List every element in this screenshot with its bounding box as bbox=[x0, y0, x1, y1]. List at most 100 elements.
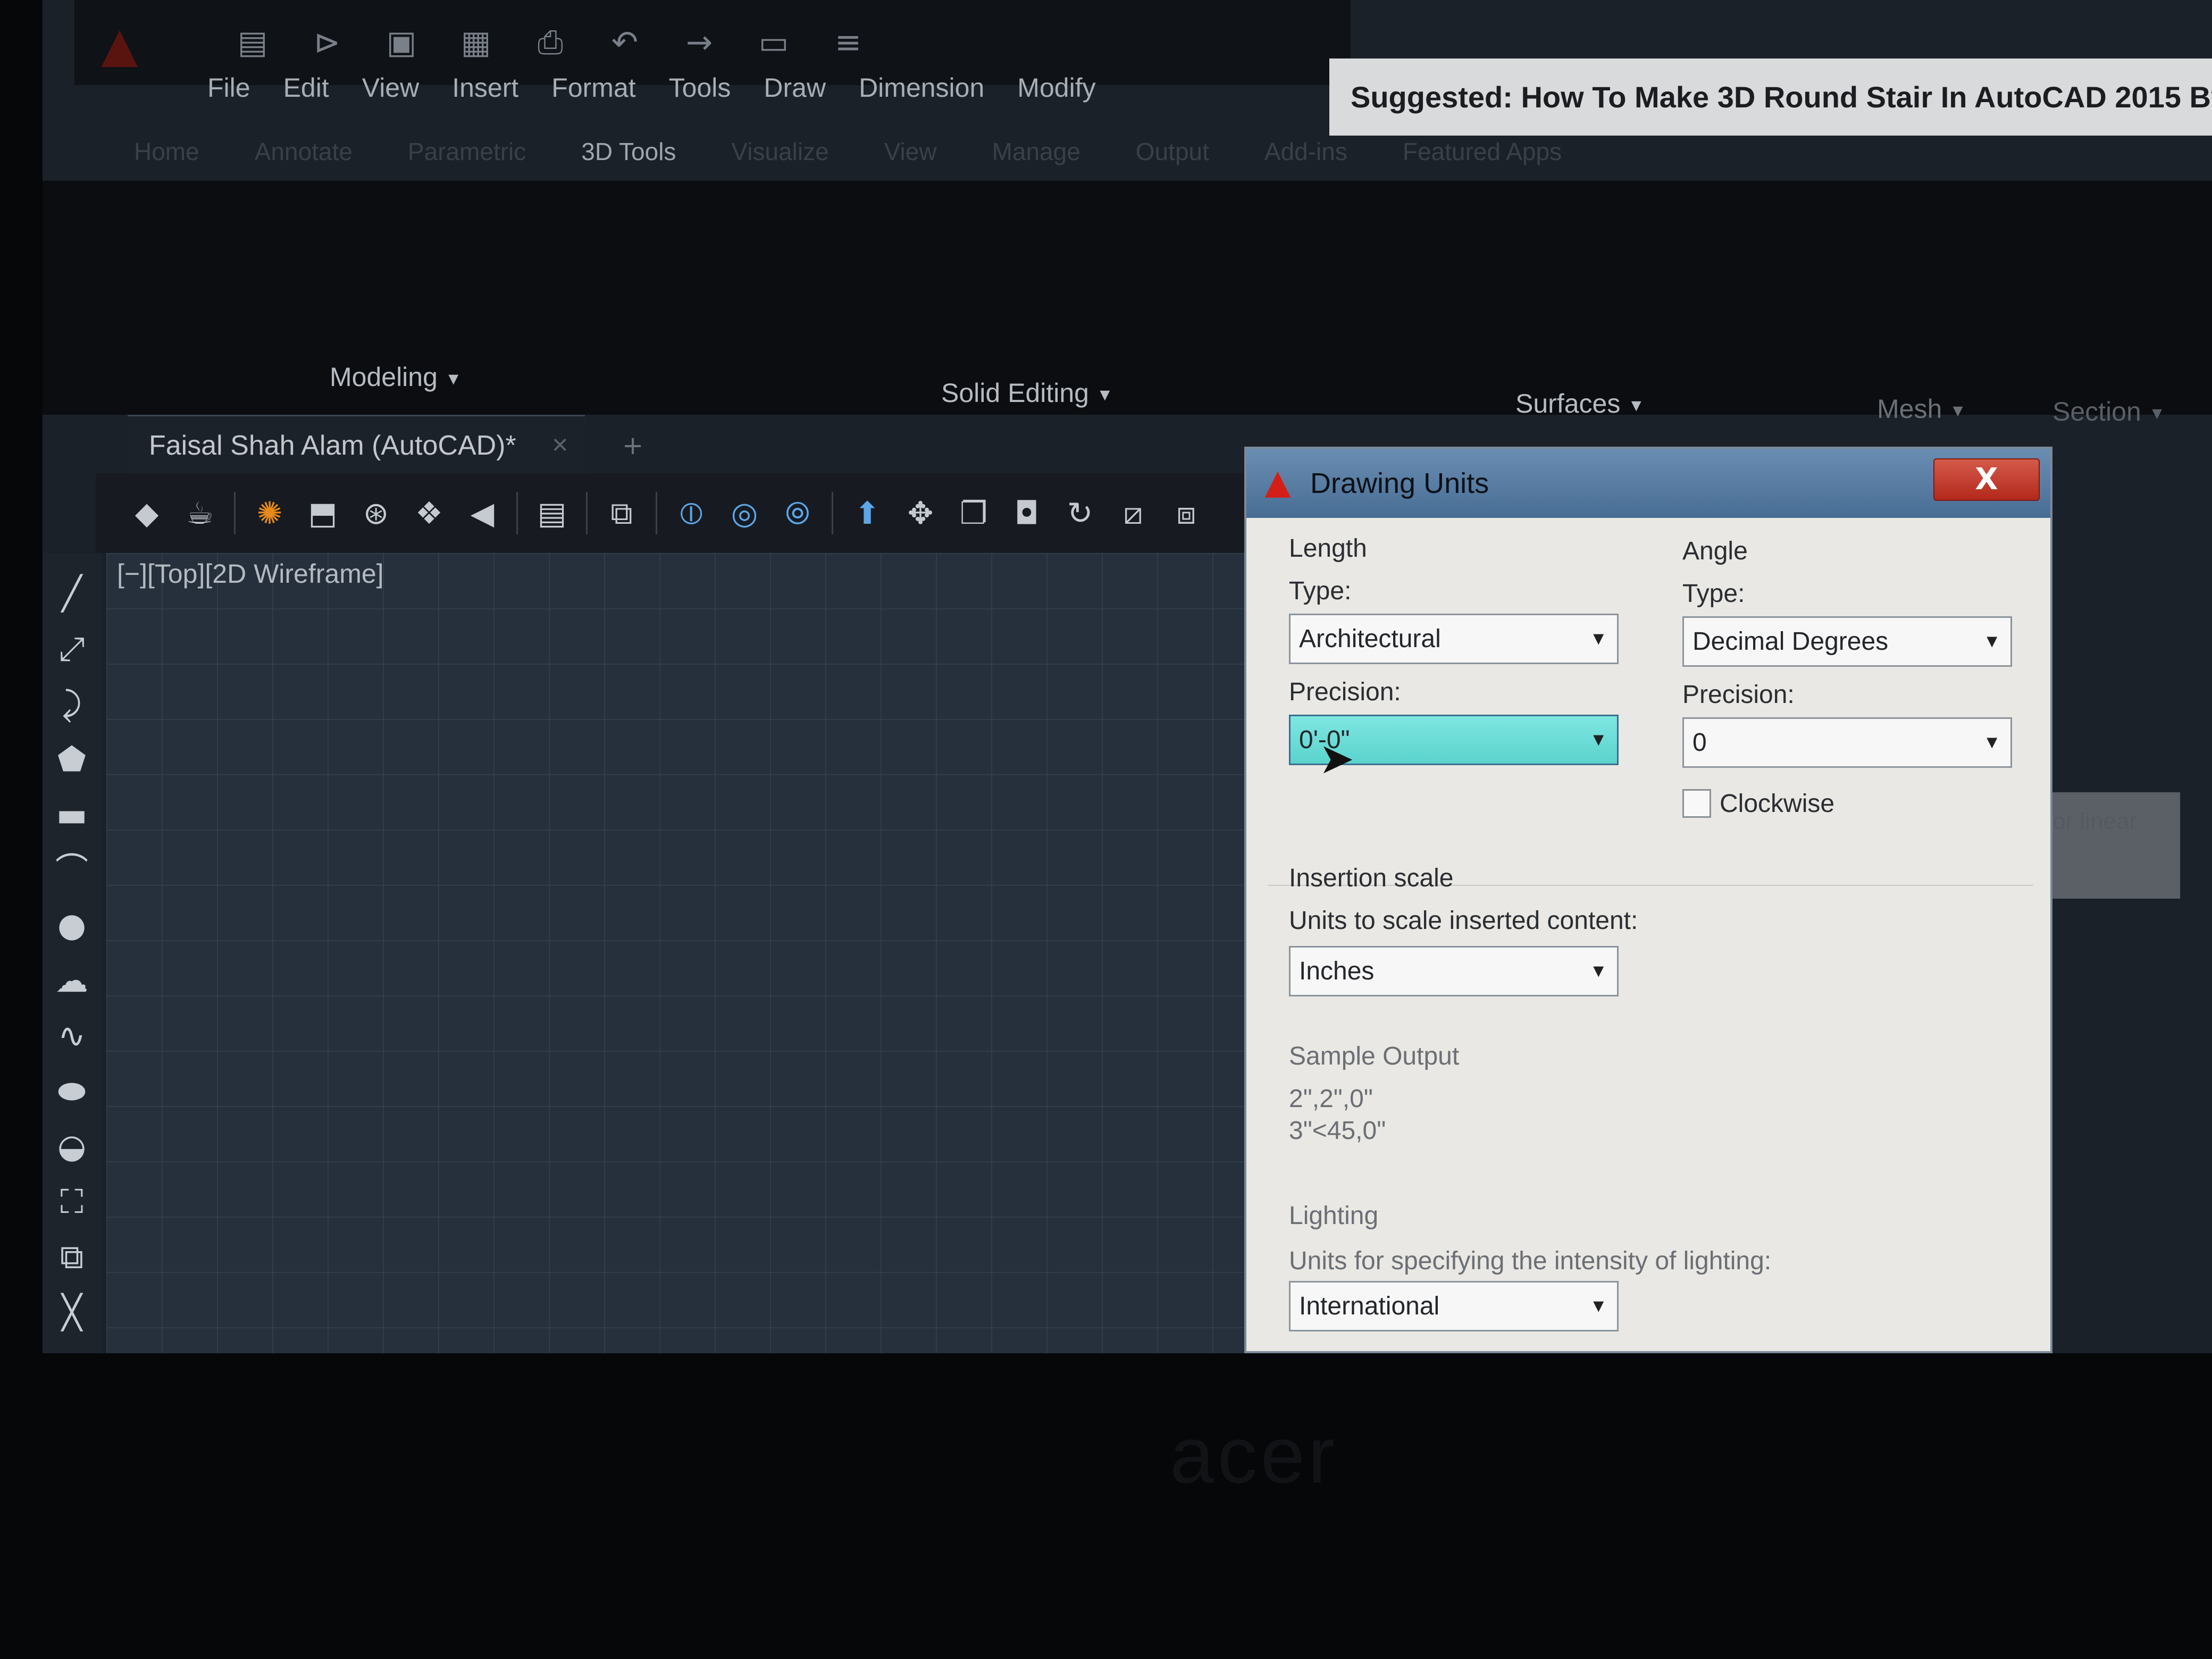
intersect-icon[interactable]: ⦾ bbox=[778, 494, 817, 532]
autocad-logo-icon: ▲ bbox=[1264, 463, 1291, 502]
open-folder-icon[interactable]: ⊳ bbox=[308, 24, 346, 61]
ellipse-arc-icon[interactable]: ◒ bbox=[53, 1127, 90, 1166]
revision-cloud-icon[interactable]: ☁ bbox=[53, 961, 90, 1000]
angle-type-dropdown[interactable]: Decimal Degrees ▼ bbox=[1682, 616, 2012, 667]
angle-precision-dropdown[interactable]: 0 ▼ bbox=[1682, 717, 2012, 768]
rotate-faces-icon[interactable]: ↻ bbox=[1061, 494, 1099, 532]
polyline-icon[interactable]: ⤸ bbox=[53, 685, 90, 723]
point-icon[interactable]: ╳ bbox=[53, 1293, 90, 1331]
length-type-dropdown[interactable]: Architectural ▼ bbox=[1289, 614, 1619, 664]
document-tab[interactable]: Faisal Shah Alam (AutoCAD)* ✕ bbox=[128, 415, 585, 473]
tab-home[interactable]: Home bbox=[106, 137, 227, 166]
chevron-down-icon: ▼ bbox=[1096, 385, 1113, 405]
tab-annotate[interactable]: Annotate bbox=[227, 137, 380, 166]
length-precision-label: Precision: bbox=[1289, 678, 1401, 706]
new-file-icon[interactable]: ▤ bbox=[234, 24, 271, 61]
loft-icon[interactable]: ❖ bbox=[410, 494, 448, 532]
insertion-units-dropdown[interactable]: Inches ▼ bbox=[1289, 946, 1619, 996]
move-faces-icon[interactable]: ✥ bbox=[901, 494, 940, 532]
union-icon[interactable]: ⦶ bbox=[672, 494, 710, 532]
panel-mesh[interactable]: Mesh ▼ bbox=[1877, 393, 1966, 424]
sphere-icon[interactable]: ✺ bbox=[250, 494, 289, 532]
offset-faces-icon[interactable]: ❐ bbox=[954, 494, 993, 532]
ellipse-icon[interactable]: ⬬ bbox=[53, 1072, 90, 1110]
panel-solid-editing[interactable]: Solid Editing ▼ bbox=[941, 378, 1113, 408]
toolbar-separator bbox=[586, 492, 588, 534]
panel-solid-editing-label: Solid Editing bbox=[941, 378, 1089, 408]
insertion-scale-heading: Insertion scale bbox=[1289, 864, 1454, 892]
copy-faces-icon[interactable]: ⧈ bbox=[1167, 494, 1205, 532]
planar-surface-icon[interactable]: ▤ bbox=[533, 494, 571, 532]
menu-draw[interactable]: Draw bbox=[764, 72, 859, 103]
clockwise-label[interactable]: Clockwise bbox=[1720, 789, 1834, 818]
arc-icon[interactable]: ⌒ bbox=[53, 851, 90, 889]
circle-icon[interactable]: ● bbox=[53, 906, 90, 944]
panel-modeling[interactable]: Modeling ▼ bbox=[330, 362, 462, 392]
tab-3d-tools[interactable]: 3D Tools bbox=[554, 137, 703, 166]
tab-parametric[interactable]: Parametric bbox=[380, 137, 554, 166]
torus-icon[interactable]: ⊛ bbox=[357, 494, 395, 532]
dialog-title: Drawing Units bbox=[1310, 467, 1489, 499]
menu-view[interactable]: View bbox=[362, 72, 452, 103]
menu-tools[interactable]: Tools bbox=[669, 72, 764, 103]
lighting-units-dropdown[interactable]: International ▼ bbox=[1289, 1281, 1619, 1331]
menu-file[interactable]: File bbox=[207, 72, 283, 103]
menu-modify[interactable]: Modify bbox=[1017, 72, 1128, 103]
tab-manage[interactable]: Manage bbox=[965, 137, 1108, 166]
tab-visualize[interactable]: Visualize bbox=[703, 137, 856, 166]
close-icon[interactable]: ✕ bbox=[551, 416, 569, 475]
extrude-icon[interactable]: ⬒ bbox=[304, 494, 342, 532]
viewport-controls[interactable]: [−][Top][2D Wireframe] bbox=[117, 558, 384, 589]
tab-featured-apps[interactable]: Featured Apps bbox=[1375, 137, 1589, 166]
save-as-icon[interactable]: ▦ bbox=[457, 24, 495, 61]
menu-format[interactable]: Format bbox=[551, 72, 668, 103]
suggested-video-banner[interactable]: Suggested: How To Make 3D Round Stair In… bbox=[1329, 58, 2212, 136]
panel-section[interactable]: Section ▼ bbox=[2052, 396, 2165, 427]
box-icon[interactable]: ◆ bbox=[128, 494, 166, 532]
drawing-canvas[interactable] bbox=[106, 553, 1297, 1353]
new-tab-icon[interactable]: + bbox=[622, 431, 643, 460]
save-icon[interactable]: ▣ bbox=[383, 24, 420, 61]
print-icon[interactable]: ⎙ bbox=[532, 24, 569, 61]
redo-icon[interactable]: → bbox=[681, 24, 718, 61]
spline-icon[interactable]: ∿ bbox=[53, 1017, 90, 1055]
menu-insert[interactable]: Insert bbox=[452, 72, 551, 103]
clockwise-checkbox[interactable] bbox=[1682, 789, 1711, 818]
subtract-icon[interactable]: ◎ bbox=[725, 494, 764, 532]
extrude-faces-icon[interactable]: ⬆ bbox=[848, 494, 886, 532]
tab-view[interactable]: View bbox=[857, 137, 965, 166]
mouse-pointer-icon: ➤ bbox=[1319, 734, 1355, 783]
teapot-icon[interactable]: ☕ bbox=[181, 494, 219, 532]
angle-type-label: Type: bbox=[1682, 580, 1745, 608]
tab-add-ins[interactable]: Add-ins bbox=[1237, 137, 1375, 166]
make-block-icon[interactable]: ⧉ bbox=[53, 1238, 90, 1276]
rectangle-icon[interactable]: ▬ bbox=[53, 795, 90, 834]
length-type-value: Architectural bbox=[1299, 625, 1441, 653]
revolve-icon[interactable]: ◀ bbox=[463, 494, 501, 532]
dialog-title-bar[interactable]: ▲ Drawing Units X bbox=[1246, 449, 2050, 518]
presspull-icon[interactable]: ⧉ bbox=[602, 494, 641, 532]
line-icon[interactable]: ╱ bbox=[53, 574, 90, 613]
insertion-units-value: Inches bbox=[1299, 957, 1375, 985]
close-button[interactable]: X bbox=[1933, 458, 2040, 501]
taper-faces-icon[interactable]: ⧄ bbox=[1114, 494, 1152, 532]
undo-icon[interactable]: ↶ bbox=[606, 24, 643, 61]
drawing-units-dialog: ▲ Drawing Units X Length Type: Architect… bbox=[1244, 447, 2052, 1353]
menu-edit[interactable]: Edit bbox=[283, 72, 362, 103]
delete-faces-icon[interactable]: ◘ bbox=[1008, 494, 1046, 532]
construction-line-icon[interactable]: ⤢ bbox=[53, 630, 90, 668]
chevron-down-icon: ▼ bbox=[1983, 631, 2001, 651]
polygon-icon[interactable]: ⬟ bbox=[53, 740, 90, 778]
toolbar-separator bbox=[234, 492, 236, 534]
plot-icon[interactable]: ▭ bbox=[755, 24, 792, 61]
tab-output[interactable]: Output bbox=[1108, 137, 1237, 166]
length-type-label: Type: bbox=[1289, 577, 1352, 605]
lighting-heading: Lighting bbox=[1289, 1202, 1379, 1230]
angle-precision-label: Precision: bbox=[1682, 681, 1795, 709]
insert-block-icon[interactable]: ⛶ bbox=[53, 1183, 90, 1221]
menu-dimension[interactable]: Dimension bbox=[859, 72, 1017, 103]
chevron-down-icon: ▼ bbox=[1589, 961, 1607, 981]
panel-surfaces[interactable]: Surfaces ▼ bbox=[1515, 388, 1645, 419]
customize-qat-icon[interactable]: ≡ bbox=[830, 24, 867, 61]
document-tab-label: Faisal Shah Alam (AutoCAD)* bbox=[149, 430, 516, 461]
